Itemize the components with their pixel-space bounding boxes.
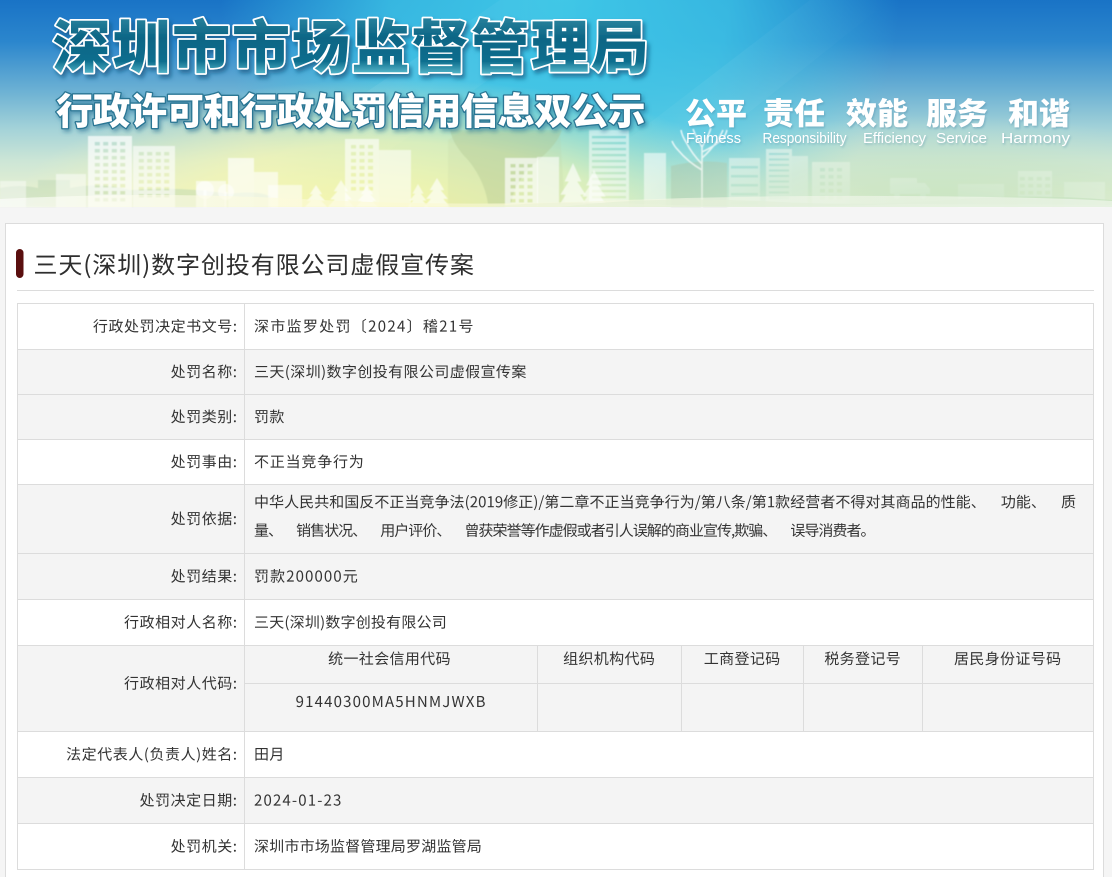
svg-text:Responsibility: Responsibility: [763, 130, 847, 147]
svg-text:Faimess: Faimess: [686, 130, 741, 147]
svg-text:Service: Service: [936, 130, 987, 147]
svg-text:Harmony: Harmony: [1001, 130, 1071, 147]
svg-text:Efficiency: Efficiency: [863, 130, 926, 147]
